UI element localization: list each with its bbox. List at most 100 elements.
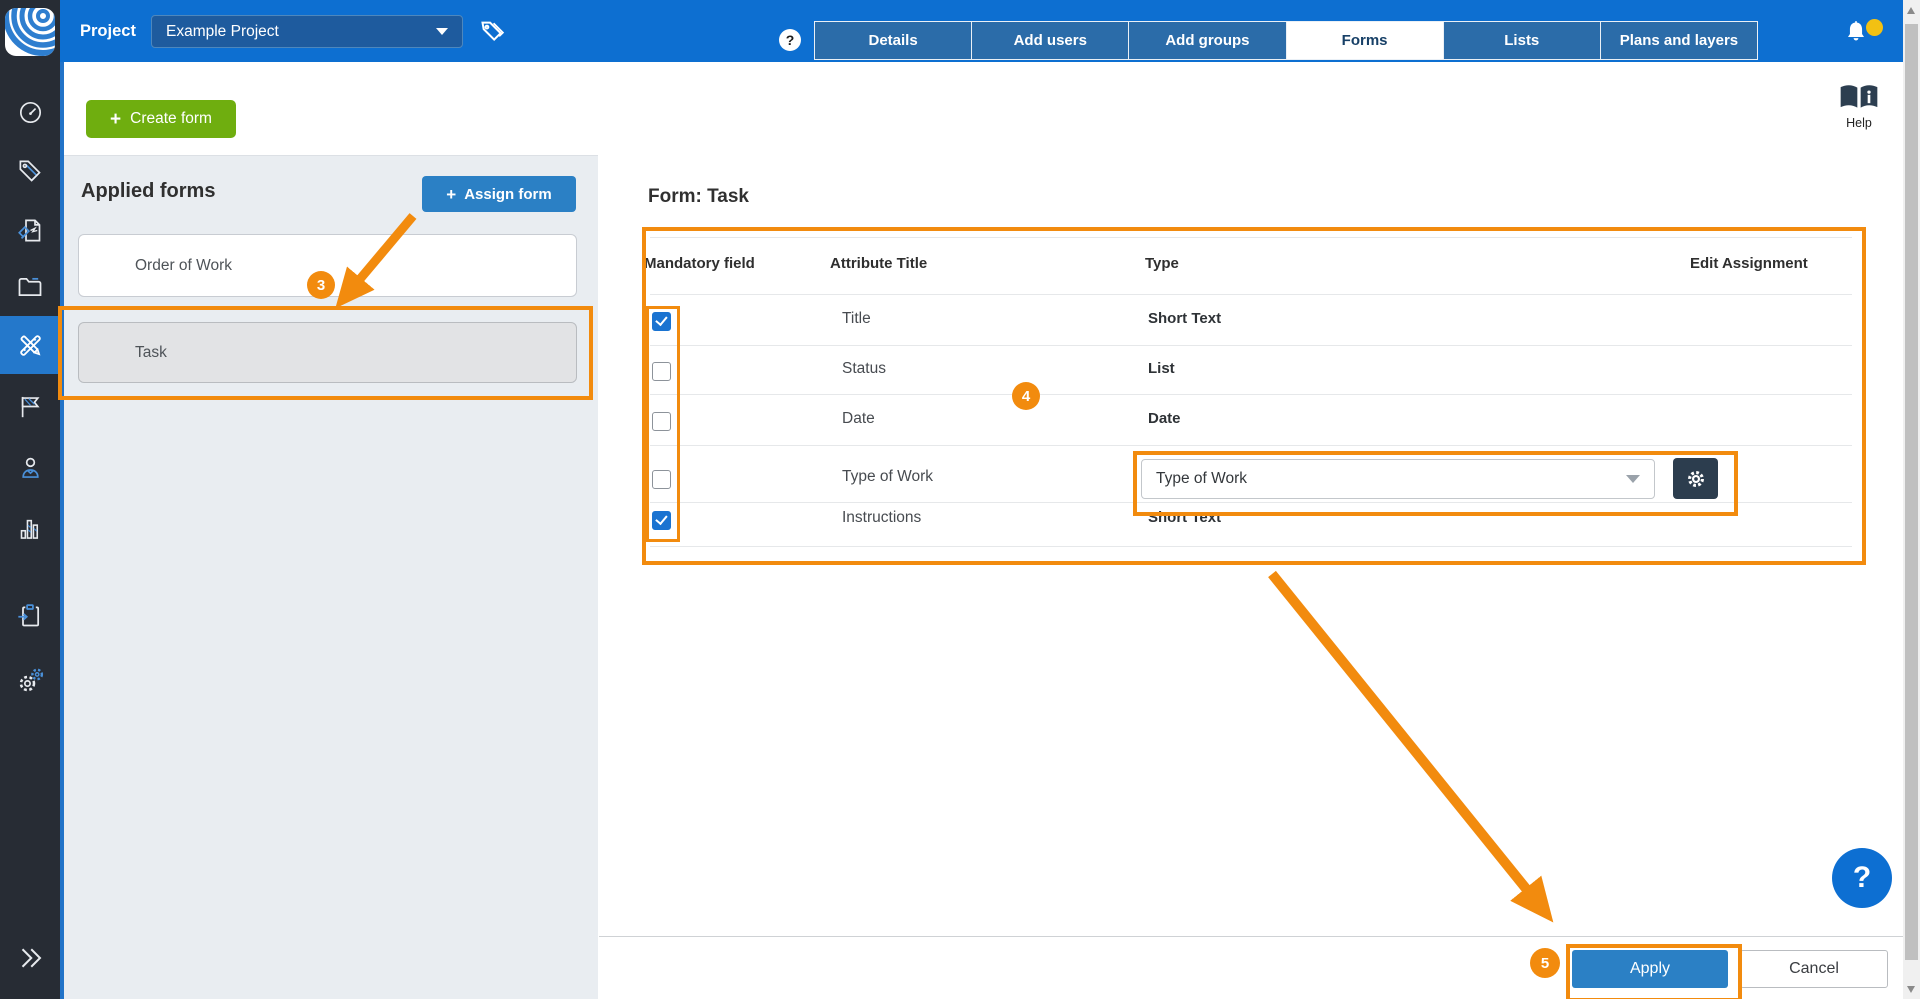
bell-icon (1843, 18, 1869, 46)
tab-forms[interactable]: Forms (1287, 22, 1444, 59)
form-list-item-task[interactable]: Task (78, 322, 577, 383)
row-divider (650, 502, 1852, 503)
mandatory-checkbox-instructions[interactable] (652, 511, 671, 530)
help-label: Help (1826, 116, 1892, 130)
project-tab-bar: Details Add users Add groups Forms Lists… (814, 21, 1758, 60)
attribute-title-cell: Instructions (842, 509, 921, 527)
step-number: 5 (1541, 955, 1549, 972)
help-book-button[interactable]: Help (1826, 84, 1892, 136)
help-book-icon (1839, 84, 1879, 110)
dropdown-selected-value: Type of Work (1156, 470, 1247, 488)
create-form-label: Create form (130, 110, 212, 128)
question-glyph: ? (786, 32, 795, 48)
chevron-down-icon (1626, 475, 1640, 483)
tab-plans-and-layers[interactable]: Plans and layers (1601, 22, 1757, 59)
annotation-arrow-to-apply (1272, 574, 1532, 896)
dashboard-gauge-icon (17, 99, 44, 126)
clipboard-arrow-icon (16, 601, 44, 629)
attribute-title-cell: Date (842, 410, 875, 428)
form-detail-title: Form: Task (648, 186, 749, 208)
sidebar-item-people[interactable] (0, 438, 60, 496)
app-logo[interactable] (5, 8, 55, 61)
mandatory-checkbox-date[interactable] (652, 412, 671, 431)
ruler-pencil-icon (16, 331, 45, 360)
mandatory-checkbox-title[interactable] (652, 312, 671, 331)
plus-icon: + (110, 110, 121, 129)
annotation-rect-form-table (642, 227, 1866, 565)
type-cell: List (1148, 360, 1175, 377)
footer-divider (599, 936, 1903, 937)
form-list-item-order-of-work[interactable]: Order of Work (78, 234, 577, 297)
table-header-divider (650, 294, 1852, 295)
annotation-step-4-badge: 4 (1012, 382, 1040, 410)
applied-forms-title: Applied forms (81, 180, 215, 203)
notifications-bell-button[interactable] (1843, 18, 1883, 58)
app-window: Project Example Project ? Details Add us… (0, 0, 1920, 999)
list-settings-button[interactable] (1673, 458, 1718, 499)
bar-chart-icon (17, 515, 44, 542)
question-glyph: ? (1853, 861, 1871, 895)
form-item-label: Order of Work (135, 257, 232, 275)
header-help-icon[interactable]: ? (779, 29, 801, 51)
form-item-label: Task (135, 344, 167, 362)
tab-add-groups[interactable]: Add groups (1129, 22, 1286, 59)
tab-details[interactable]: Details (815, 22, 972, 59)
sidebar-nav (0, 0, 60, 999)
sidebar-item-charts[interactable] (0, 499, 60, 557)
applied-forms-panel: Applied forms + Assign form Order of Wor… (64, 155, 598, 999)
mandatory-checkbox-type-of-work[interactable] (652, 470, 671, 489)
column-header-edit-assignment: Edit Assignment (1690, 255, 1808, 272)
plus-icon: + (446, 186, 456, 203)
annotation-step-5-badge: 5 (1530, 948, 1560, 978)
apply-button[interactable]: Apply (1572, 950, 1728, 988)
sidebar-item-folders[interactable] (0, 258, 60, 316)
row-divider (650, 345, 1852, 346)
cancel-button[interactable]: Cancel (1740, 950, 1888, 988)
tab-add-users[interactable]: Add users (972, 22, 1129, 59)
type-cell: Short Text (1148, 509, 1221, 526)
report-approval-icon (17, 217, 44, 244)
sidebar-item-task-transfer[interactable] (0, 586, 60, 644)
sidebar-item-design-tools[interactable] (0, 316, 60, 374)
flag-icon (17, 393, 44, 420)
help-fab-button[interactable]: ? (1832, 848, 1892, 908)
type-of-work-dropdown[interactable]: Type of Work (1141, 459, 1655, 499)
scrollbar-down-arrow[interactable] (1907, 986, 1915, 993)
assign-form-label: Assign form (464, 186, 552, 203)
project-selector-value: Example Project (166, 23, 279, 41)
sidebar-item-reports[interactable] (0, 201, 60, 259)
sidebar-item-dashboard[interactable] (0, 83, 60, 141)
row-divider (650, 394, 1852, 395)
vertical-scrollbar (1903, 0, 1920, 999)
table-border-top (650, 237, 1852, 238)
type-cell: Short Text (1148, 310, 1221, 327)
sidebar-item-tags[interactable] (0, 142, 60, 200)
scrollbar-up-arrow[interactable] (1907, 7, 1915, 14)
tags-icon (17, 158, 44, 185)
sidebar-accent-divider (60, 62, 64, 999)
step-number: 4 (1022, 388, 1030, 405)
assign-form-button[interactable]: + Assign form (422, 176, 576, 212)
row-divider (650, 445, 1852, 446)
sidebar-expand-button[interactable] (0, 929, 60, 987)
scrollbar-thumb[interactable] (1905, 24, 1918, 960)
column-header-mandatory-field: Mandatory field (644, 255, 755, 272)
sidebar-item-settings[interactable] (0, 651, 60, 709)
tab-lists[interactable]: Lists (1444, 22, 1601, 59)
attribute-title-cell: Type of Work (842, 468, 933, 486)
double-chevron-right-icon (15, 945, 45, 971)
create-form-button[interactable]: + Create form (86, 100, 236, 138)
gear-icon (1685, 468, 1707, 490)
chevron-down-icon (436, 28, 448, 35)
type-cell: Date (1148, 410, 1181, 427)
attribute-title-cell: Status (842, 360, 886, 378)
project-tags-icon[interactable] (478, 18, 508, 51)
project-selector-dropdown[interactable]: Example Project (151, 15, 463, 48)
project-label: Project (80, 22, 136, 41)
notification-badge-dot (1866, 19, 1883, 36)
folder-icon (16, 273, 44, 301)
sidebar-item-flags[interactable] (0, 377, 60, 435)
person-icon (17, 454, 44, 481)
mandatory-checkbox-status[interactable] (652, 362, 671, 381)
gears-icon (16, 666, 45, 695)
